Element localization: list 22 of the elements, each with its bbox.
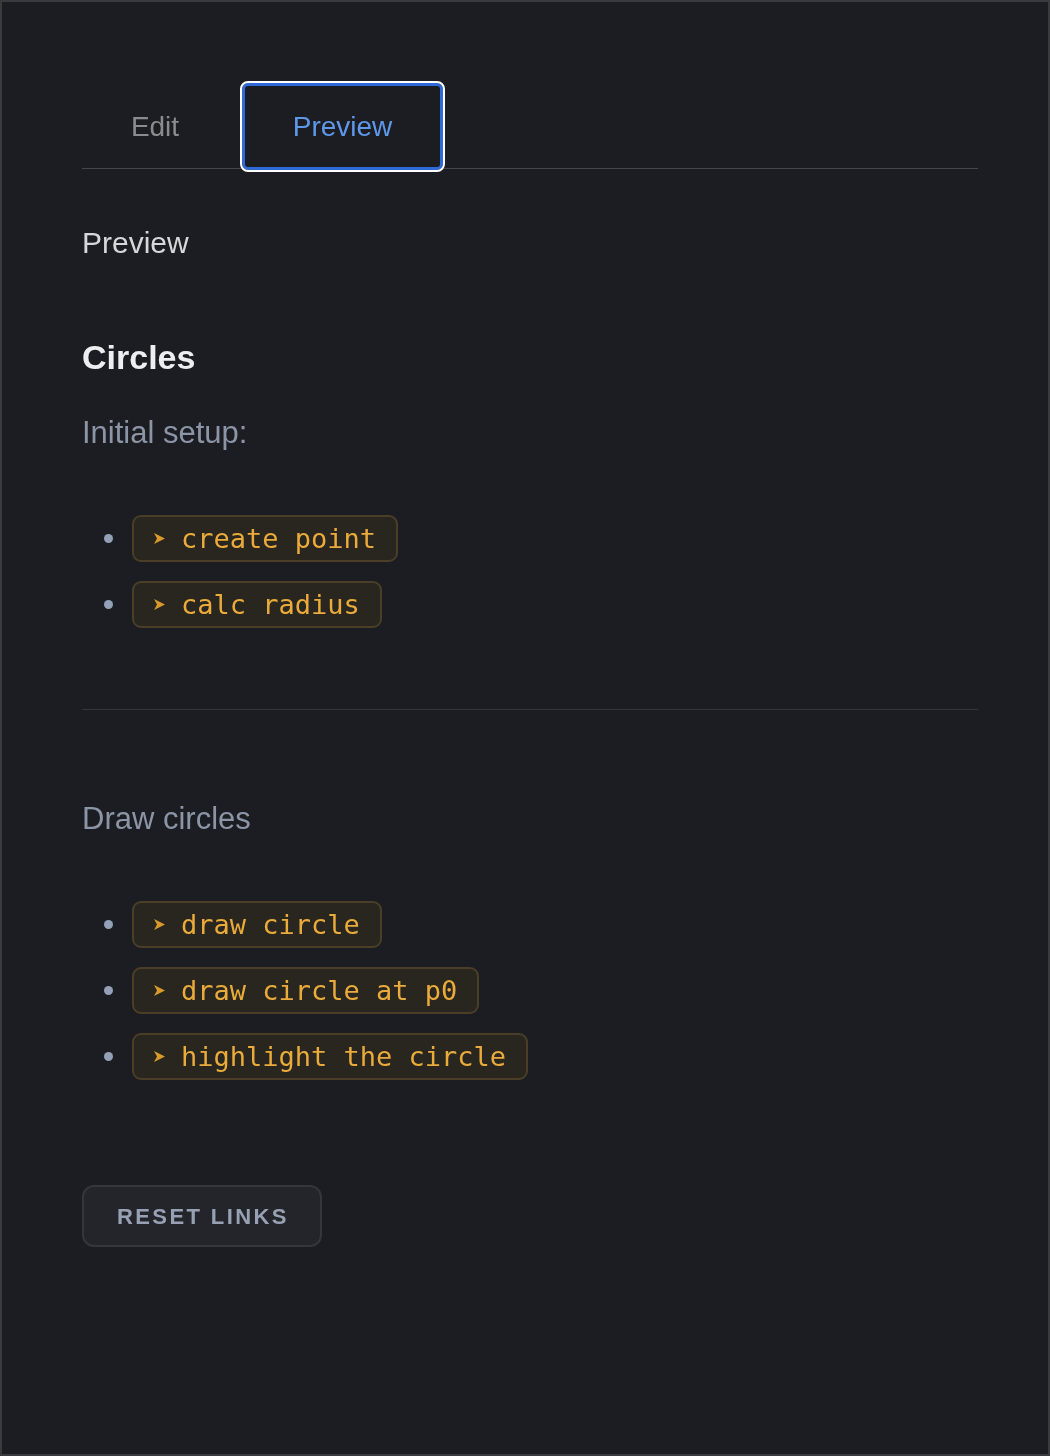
- arrow-icon: [154, 919, 165, 930]
- command-link[interactable]: draw circle at p0: [132, 967, 480, 1014]
- bullet-icon: [104, 986, 113, 995]
- bullet-icon: [104, 534, 113, 543]
- bullet-icon: [104, 1052, 113, 1061]
- command-link[interactable]: highlight the circle: [132, 1033, 529, 1080]
- tab[interactable]: Preview: [242, 83, 443, 170]
- section-heading: Initial setup:: [82, 414, 249, 452]
- page-title: Circles: [82, 337, 197, 377]
- arrow-icon: [154, 533, 165, 544]
- command-link[interactable]: create point: [132, 515, 399, 562]
- command-link[interactable]: draw circle: [132, 901, 382, 948]
- preview-heading: Preview: [82, 225, 190, 261]
- arrow-icon: [154, 599, 165, 610]
- arrow-icon: [154, 1051, 165, 1062]
- reset-links-button[interactable]: RESET LINKS: [82, 1185, 322, 1247]
- bullet-icon: [104, 920, 113, 929]
- command-link[interactable]: calc radius: [132, 581, 382, 628]
- section-heading: Draw circles: [82, 800, 252, 838]
- arrow-icon: [154, 985, 165, 996]
- tab[interactable]: Edit: [82, 83, 228, 170]
- bullet-icon: [104, 600, 113, 609]
